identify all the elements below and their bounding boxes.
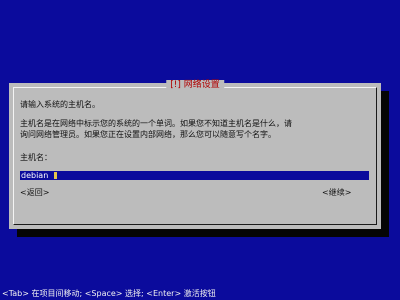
hostname-input[interactable]: debian bbox=[20, 171, 369, 180]
status-bar: <Tab> 在项目间移动; <Space> 选择; <Enter> 激活按钮 bbox=[2, 289, 216, 298]
prompt-line-1: 请输入系统的主机名。 bbox=[20, 100, 100, 109]
prompt-line-2: 主机名是在网络中标示您的系统的一个单词。如果您不知道主机名是什么，请 bbox=[20, 119, 292, 128]
prompt-line-3: 询问网络管理员。如果您正在设置内部网络，那么您可以随意写个名字。 bbox=[20, 130, 276, 139]
continue-button[interactable]: <继续> bbox=[322, 187, 351, 198]
text-cursor bbox=[54, 172, 57, 179]
hostname-label: 主机名： bbox=[20, 153, 52, 162]
hostname-value: debian bbox=[21, 171, 49, 180]
back-button[interactable]: <返回> bbox=[20, 187, 49, 198]
dialog-title: [!] 网络设置 bbox=[166, 80, 224, 90]
